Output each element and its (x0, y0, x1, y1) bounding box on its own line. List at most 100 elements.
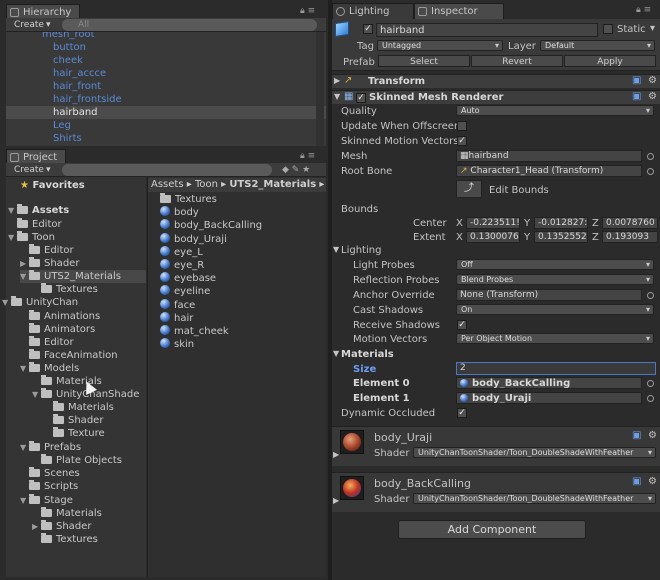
project-search-input[interactable] (62, 164, 272, 176)
hierarchy-create-button[interactable]: Create (14, 19, 44, 31)
mesh-picker-icon[interactable] (647, 153, 654, 160)
root-bone-picker-icon[interactable] (647, 168, 654, 175)
expand-arrow-icon[interactable]: ▼ (8, 204, 17, 217)
hierarchy-search-input[interactable]: All (62, 19, 317, 31)
breadcrumb-assets[interactable]: Assets (151, 179, 184, 190)
file-item-folder[interactable]: Textures (160, 193, 217, 206)
project-tree-item[interactable]: Animations (20, 310, 100, 323)
static-checkbox[interactable] (603, 24, 613, 34)
hierarchy-item-leg[interactable]: Leg (53, 119, 71, 132)
file-item-material[interactable]: skin (160, 338, 194, 351)
project-tree-item[interactable]: ▶ Shader (32, 520, 91, 533)
motion-vectors-dropdown[interactable]: Per Object Motion (456, 333, 654, 344)
project-tree-item[interactable]: FaceAnimation (20, 349, 118, 362)
tab-inspector[interactable]: Inspector (414, 3, 504, 19)
project-tree-item[interactable]: ▶ Shader (20, 257, 79, 270)
project-tree-item[interactable]: Textures (32, 533, 98, 546)
project-create-button[interactable]: Create (14, 164, 44, 176)
material-1-shader-dropdown[interactable]: UnityChanToonShader/Toon_DoubleShadeWith… (413, 447, 656, 458)
transform-header[interactable]: ▶ ↗ Transform ▣ ⚙ (332, 74, 660, 88)
center-x-field[interactable]: -0.223511! (466, 217, 520, 229)
project-tree-item[interactable]: Editor (20, 336, 74, 349)
project-tree-item[interactable]: Editor (20, 244, 74, 257)
project-tree-item[interactable]: Scripts (20, 480, 78, 493)
material-2-help-icon[interactable]: ▣ (632, 476, 641, 487)
material-2-foldout-icon[interactable]: ▶ (333, 496, 339, 505)
expand-arrow-icon[interactable]: ▼ (20, 441, 29, 454)
hierarchy-item-hairband[interactable]: hairband (53, 106, 98, 119)
smr-enabled-checkbox[interactable]: ✓ (356, 93, 366, 103)
assets-row[interactable]: ▼ Assets (8, 204, 69, 217)
collapse-arrow-icon[interactable]: ▶ (20, 257, 29, 270)
skinned-motion-checkbox[interactable]: ✓ (457, 136, 467, 146)
reflection-probes-dropdown[interactable]: Blend Probes (456, 274, 654, 285)
file-item-material[interactable]: body_BackCalling (160, 219, 262, 232)
anchor-override-field[interactable]: None (Transform) (456, 289, 642, 301)
foldout-down-icon[interactable]: ▼ (334, 92, 340, 101)
smr-header[interactable]: ▼ ▦ ✓ Skinned Mesh Renderer ▣ ⚙ (332, 90, 660, 104)
element-1-picker-icon[interactable] (647, 395, 654, 402)
element-0-field[interactable]: body_BackCalling (456, 377, 642, 389)
hierarchy-item-shirts[interactable]: Shirts (53, 132, 82, 145)
expand-arrow-icon[interactable]: ▼ (20, 494, 29, 507)
element-1-field[interactable]: body_Uraji (456, 392, 642, 404)
project-lock-icon[interactable]: 🔒︎ ≡ (300, 151, 315, 161)
project-tree-item[interactable]: Editor (8, 218, 62, 231)
prefab-revert-button[interactable]: Revert (471, 55, 563, 67)
hierarchy-item-cheek[interactable]: cheek (53, 54, 83, 67)
collapse-arrow-icon[interactable]: ▶ (32, 520, 41, 533)
add-component-button[interactable]: Add Component (398, 520, 586, 539)
hierarchy-scrollbar[interactable] (316, 32, 324, 146)
object-name-field[interactable]: hairband (376, 23, 598, 37)
expand-arrow-icon[interactable]: ▼ (20, 270, 29, 283)
project-tree-item[interactable]: Materials (32, 507, 102, 520)
foldout-right-icon[interactable]: ▶ (334, 76, 340, 85)
project-tree-item[interactable]: Scenes (20, 467, 80, 480)
hierarchy-lock-icon[interactable]: 🔒︎ ≡ (300, 6, 315, 16)
lighting-section-label[interactable]: ▼ (333, 245, 339, 254)
hierarchy-item-hair-front[interactable]: hair_front (53, 80, 101, 93)
material-1-settings-icon[interactable]: ⚙ (648, 430, 657, 441)
static-dropdown-icon[interactable]: ▾ (650, 23, 655, 34)
project-tree-item[interactable]: ▼ UTS2_Materials (20, 270, 146, 283)
file-item-material[interactable]: eye_R (160, 259, 204, 272)
smr-settings-icon[interactable]: ⚙ (648, 91, 657, 102)
size-field[interactable]: 2 (456, 362, 656, 375)
root-bone-field[interactable]: ↗ Character1_Head (Transform) (456, 165, 642, 177)
file-item-material[interactable]: eyebase (160, 272, 216, 285)
center-y-field[interactable]: -0.012827: (534, 217, 588, 229)
prefab-apply-button[interactable]: Apply (564, 55, 656, 67)
file-item-material[interactable]: eyeline (160, 285, 210, 298)
favorites-row[interactable]: ★ Favorites (20, 179, 85, 192)
expand-arrow-icon[interactable]: ▼ (20, 362, 29, 375)
tag-dropdown[interactable]: Untagged (377, 40, 503, 51)
file-item-material[interactable]: mat_cheek (160, 325, 229, 338)
file-item-material[interactable]: hair (160, 311, 193, 325)
file-item-material[interactable]: eye_L (160, 245, 203, 259)
project-tree-item[interactable]: Plate Objects (32, 454, 122, 467)
materials-foldout-icon[interactable]: ▼ (333, 349, 339, 358)
hierarchy-item-hair-frontside[interactable]: hair_frontside (53, 93, 122, 106)
file-item-material[interactable]: body_Uraji (160, 232, 227, 246)
smr-help-icon[interactable]: ▣ (632, 91, 641, 102)
element-0-picker-icon[interactable] (647, 380, 654, 387)
extent-y-field[interactable]: 0.1352552 (534, 231, 588, 243)
breadcrumb-uts2-materials[interactable]: UTS2_Materials (229, 179, 316, 190)
active-checkbox[interactable]: ✓ (363, 24, 373, 34)
mesh-field[interactable]: ▦hairband (456, 150, 642, 162)
quality-dropdown[interactable]: Auto (456, 105, 654, 116)
prefab-select-button[interactable]: Select (378, 55, 470, 67)
project-tree-item[interactable]: ▼ Stage (20, 494, 73, 507)
material-1-help-icon[interactable]: ▣ (632, 430, 641, 441)
material-2-settings-icon[interactable]: ⚙ (648, 476, 657, 487)
file-item-material[interactable]: body (160, 206, 199, 219)
center-z-field[interactable]: 0.0078760 (602, 217, 658, 229)
update-offscreen-checkbox[interactable] (457, 121, 467, 131)
light-probes-dropdown[interactable]: Off (456, 259, 654, 270)
anchor-picker-icon[interactable] (647, 292, 654, 299)
expand-arrow-icon[interactable]: ▼ (2, 296, 11, 309)
project-tree-item[interactable]: ▼ Models (20, 362, 79, 375)
inspector-lock-icon[interactable]: 🔒︎ ≡ (636, 5, 651, 15)
project-tree-item[interactable]: Textures (32, 283, 98, 296)
edit-bounds-button[interactable]: ⤴ (456, 180, 482, 198)
